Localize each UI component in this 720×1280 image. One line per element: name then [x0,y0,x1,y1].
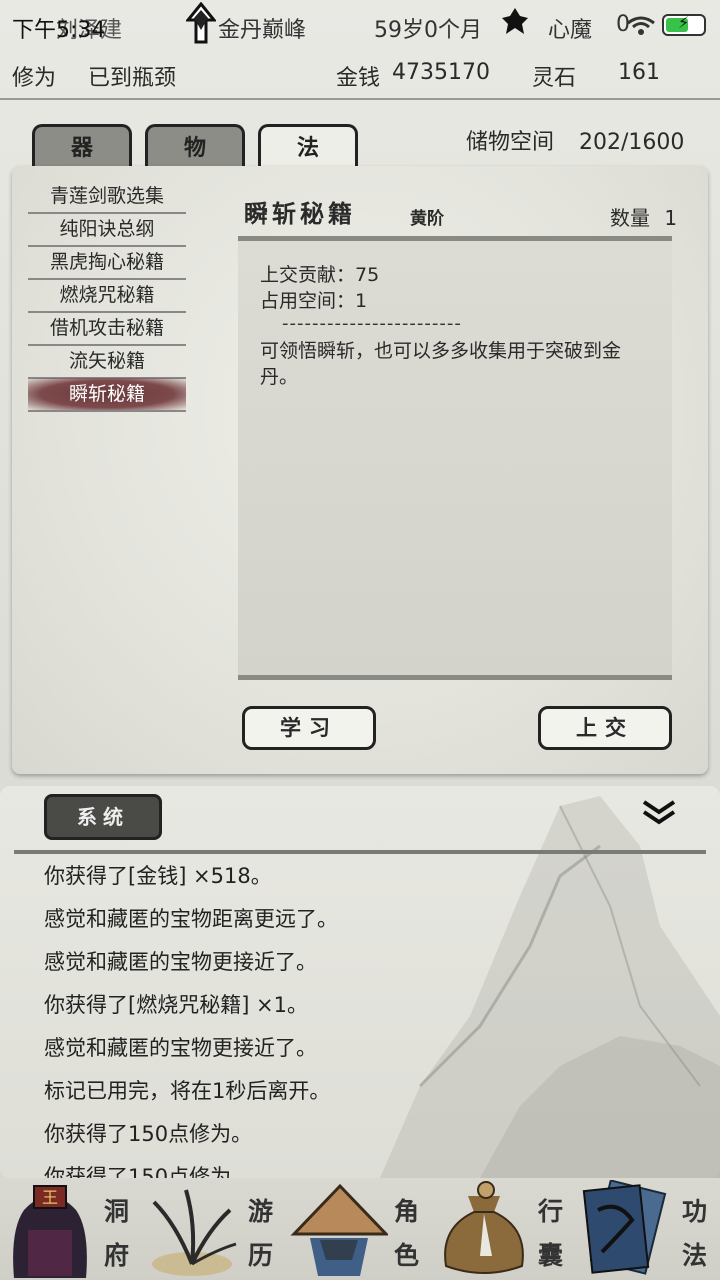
battery-icon: ⚡ [662,13,706,36]
spirit-stone-value: 161 [618,60,660,85]
age-text: 59岁0个月 [374,18,482,43]
character-hat-icon[interactable] [290,1180,388,1280]
submit-button[interactable]: 上交 [538,706,672,750]
list-item-selected[interactable]: 瞬斩秘籍 [28,378,186,412]
quantity-label: 数量 [610,206,650,230]
log-line: 你获得了150点修为。 [44,1122,253,1146]
log-line: 感觉和藏匿的宝物更接近了。 [44,950,317,974]
list-item[interactable]: 借机攻击秘籍 [28,312,186,346]
heart-demon-label: 心魔 [548,18,593,43]
nav-label-techniques[interactable]: 功法 [682,1190,710,1278]
log-line: 你获得了[金钱] ×518。 [44,864,272,888]
list-item[interactable]: 流矢秘籍 [28,345,186,379]
list-item[interactable]: 纯阳诀总纲 [28,213,186,247]
realm-text: 金丹巅峰 [218,18,307,43]
nav-label-bag[interactable]: 行囊 [538,1190,566,1278]
spirit-stone-icon [502,8,528,34]
nav-travel-label[interactable]: 游历 [248,1190,276,1278]
cultivation-label: 修为 [12,66,57,91]
scripture-book-icon[interactable] [578,1180,670,1280]
list-item[interactable]: 黑虎掏心秘籍 [28,246,186,280]
nav-techniques-label[interactable]: 功法 [682,1190,710,1278]
bag-icon[interactable] [434,1176,534,1280]
nav-character-label[interactable]: 角色 [394,1190,422,1278]
log-line: 感觉和藏匿的宝物距离更远了。 [44,907,338,931]
collapse-chevron-icon[interactable] [640,798,678,828]
nav-bag-label[interactable]: 行囊 [538,1190,566,1278]
nav-label-character[interactable]: 角色 [394,1190,422,1278]
divider: ------------------------ [282,313,462,334]
storage-label: 储物空间 [466,130,555,155]
nav-label-cave-1[interactable]: 洞府 [104,1190,132,1278]
space-text: 占用空间：1 [260,290,368,312]
money-label: 金钱 [336,66,381,91]
tab-items[interactable]: 物 [145,124,245,168]
quantity-value: 1 [664,206,678,230]
nav-label-travel[interactable]: 游历 [248,1190,276,1278]
svg-text:王: 王 [42,1188,58,1207]
tab-techniques[interactable]: 法 [258,124,358,168]
tab-equipment[interactable]: 器 [32,124,132,168]
log-divider [14,850,706,854]
list-item[interactable]: 燃烧咒秘籍 [28,279,186,313]
breakthrough-arrow-icon[interactable] [186,2,216,44]
nav-cave-label[interactable]: 洞府 [104,1190,132,1278]
storage-capacity: 储物空间 202/1600 [466,124,684,156]
log-line: 标记已用完，将在1秒后离开。 [44,1079,331,1103]
cultivation-value: 已到瓶颈 [88,66,177,91]
item-description: 可领悟瞬斩，也可以多多收集用于突破到金丹。 [260,340,622,388]
travel-grass-icon[interactable] [146,1184,238,1280]
log-line: 感觉和藏匿的宝物更接近了。 [44,1036,317,1060]
item-quantity: 数量 1 [610,202,677,231]
list-item[interactable]: 青莲剑歌选集 [28,180,186,214]
item-grade: 黄阶 [410,209,444,229]
wifi-icon [627,16,655,35]
spirit-stone-label: 灵石 [532,66,577,91]
cultivation-bar: 修为 已到瓶颈 金钱 4735170 灵石 161 [0,52,720,100]
item-title: 瞬斩秘籍 [244,200,356,228]
cave-dwelling-icon[interactable]: 王 [4,1180,96,1280]
learn-button[interactable]: 学习 [242,706,376,750]
status-bar: 刘泽建 下午5:34 金丹巅峰 59岁0个月 心魔 0 ⚡ [0,0,720,52]
storage-value: 202/1600 [579,130,685,155]
log-line: 你获得了[燃烧咒秘籍] ×1。 [44,993,309,1017]
clock: 下午5:34 [12,18,106,43]
tab-system-log[interactable]: 系统 [44,794,162,840]
contribution-text: 上交贡献：75 [260,264,380,286]
money-value: 4735170 [392,60,490,85]
